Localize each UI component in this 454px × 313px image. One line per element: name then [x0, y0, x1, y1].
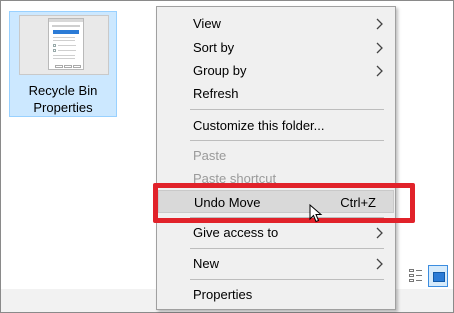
menu-item-sort-by[interactable]: Sort by — [158, 36, 394, 59]
menu-item-label: New — [193, 256, 220, 271]
menu-item-paste: Paste — [158, 144, 394, 167]
annotation-highlight-box — [153, 183, 415, 223]
menu-item-new[interactable]: New — [158, 252, 394, 275]
menu-item-label: Refresh — [193, 86, 239, 101]
large-icons-view-icon[interactable] — [428, 265, 448, 287]
chevron-right-icon — [376, 258, 383, 270]
menu-item-label: Sort by — [193, 40, 235, 55]
menu-separator — [190, 248, 384, 249]
mouse-cursor-icon — [309, 204, 323, 223]
menu-item-view[interactable]: View — [158, 12, 394, 35]
file-item-recycle-bin-properties[interactable]: Recycle Bin Properties — [9, 11, 117, 117]
menu-item-refresh[interactable]: Refresh — [158, 82, 394, 105]
chevron-right-icon — [376, 42, 383, 54]
menu-separator — [190, 140, 384, 141]
menu-separator — [190, 279, 384, 280]
menu-item-give-access[interactable]: Give access to — [158, 221, 394, 244]
menu-item-properties[interactable]: Properties — [158, 283, 394, 306]
dialog-preview-image — [48, 18, 84, 70]
file-label: Recycle Bin Properties — [10, 82, 116, 116]
menu-item-customize-folder[interactable]: Customize this folder... — [158, 114, 394, 137]
file-label-line1: Recycle Bin — [28, 83, 98, 98]
chevron-right-icon — [376, 227, 383, 239]
menu-item-label: View — [193, 16, 221, 31]
menu-item-label: Properties — [193, 287, 253, 302]
file-thumbnail — [19, 15, 109, 75]
menu-separator — [190, 109, 384, 110]
details-view-icon[interactable] — [406, 266, 426, 288]
menu-item-label: Group by — [193, 63, 247, 78]
chevron-right-icon — [376, 65, 383, 77]
menu-item-label: Customize this folder... — [193, 118, 325, 133]
context-menu: View Sort by Group by Refresh Customize … — [156, 6, 396, 310]
file-label-line2: Properties — [33, 100, 93, 115]
menu-item-label: Give access to — [193, 225, 279, 240]
menu-item-label: Paste — [193, 148, 227, 163]
menu-item-group-by[interactable]: Group by — [158, 59, 394, 82]
chevron-right-icon — [376, 18, 383, 30]
